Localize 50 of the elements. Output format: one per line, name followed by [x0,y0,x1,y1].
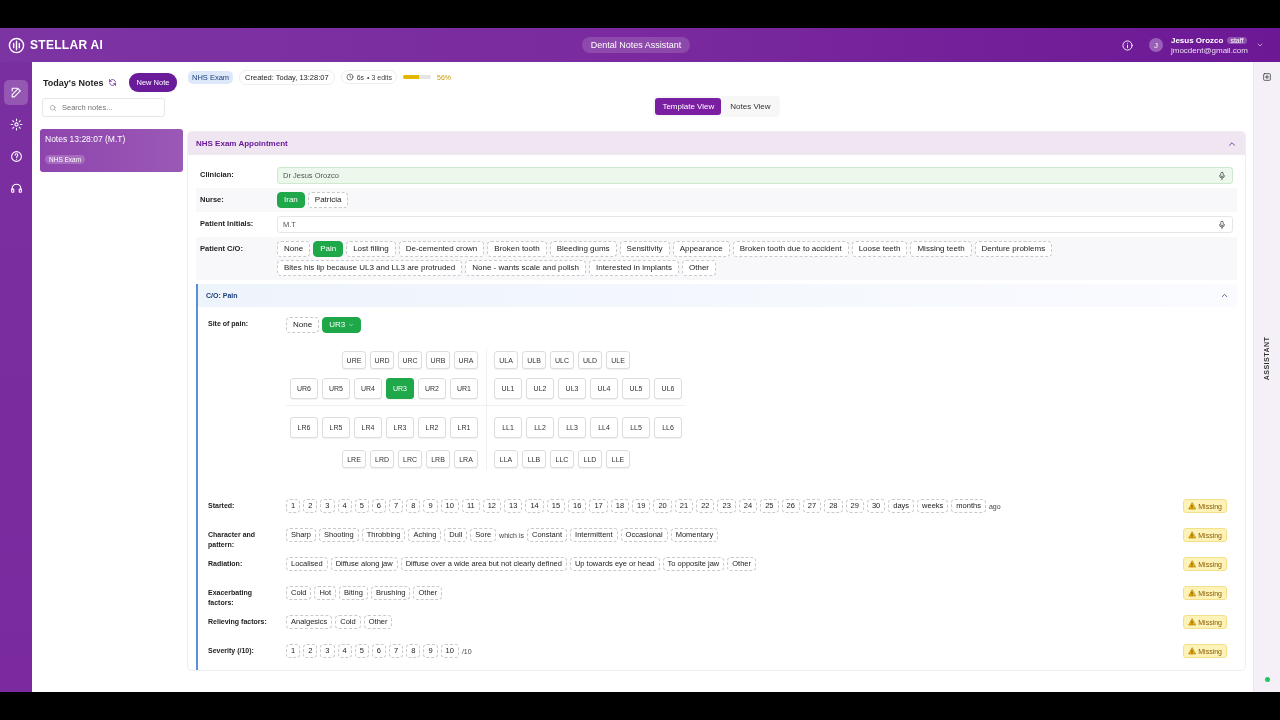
clock-icon [345,73,354,81]
microphone-icon [1217,170,1227,181]
microphone-icon [1217,219,1227,230]
logo-text: STELLAR AI [30,38,104,52]
avatar: J [1148,38,1163,52]
option-chip[interactable]: Bites his lip because UL3 and LL3 are protruded [277,260,463,276]
note-title: Notes 13:28:07 (M.T) [45,134,127,144]
option-chip[interactable]: Sensitivity [619,241,670,257]
edit-button[interactable] [4,80,28,105]
section-title: NHS Exam Appointment [196,139,288,148]
option-chip[interactable]: None - wants scale and polish [465,260,586,276]
app-title: Dental Notes Assistant [581,37,691,53]
warning-icon [1188,589,1197,597]
option-chip[interactable]: Denture problems [974,241,1053,257]
warning-icon [1188,560,1197,568]
view-tab[interactable]: Notes View [723,98,778,115]
refresh-icon [107,78,117,87]
edit-icon [9,86,23,99]
option-chip[interactable]: None [286,317,320,333]
option-chip[interactable]: Broken tooth due to accident [732,241,849,257]
option-chip[interactable]: Loose teeth [851,241,908,257]
search-icon [49,104,57,112]
option-chip[interactable]: De-cemented crown [398,241,485,257]
add-icon [1262,72,1272,82]
view-tab[interactable]: Template View [655,98,722,115]
option-chip[interactable]: Other [682,260,717,276]
option-chip[interactable]: Interested in implants [588,260,679,276]
option-chip[interactable]: Lost filling [346,241,396,257]
option-chip[interactable]: Patricia [307,192,349,208]
option-chip[interactable]: Missing teeth [910,241,972,257]
warning-icon [1188,647,1197,655]
option-chip[interactable]: None [277,241,311,257]
section-header[interactable]: NHS Exam Appointment [188,132,1245,155]
chevron-down-icon [1256,41,1264,49]
user-name: Jesus Orozco [1170,35,1224,45]
option-chip[interactable]: Broken tooth [487,241,547,257]
panel-title: Today's Notes [43,77,104,88]
chevron-down-icon [348,322,355,328]
option-chip[interactable]: Appearance [672,241,730,257]
headset-icon [9,182,23,195]
info-icon [1121,39,1133,51]
help-icon [9,150,23,163]
warning-icon [1188,502,1197,510]
option-chip[interactable]: Bleeding gums [549,241,617,257]
user-email: jmocdent@gmail.com [1170,45,1248,55]
status-dot [1264,677,1270,682]
logo-icon [8,36,25,54]
settings-icon [9,118,23,131]
warning-icon [1188,618,1197,626]
warning-icon [1188,531,1197,539]
